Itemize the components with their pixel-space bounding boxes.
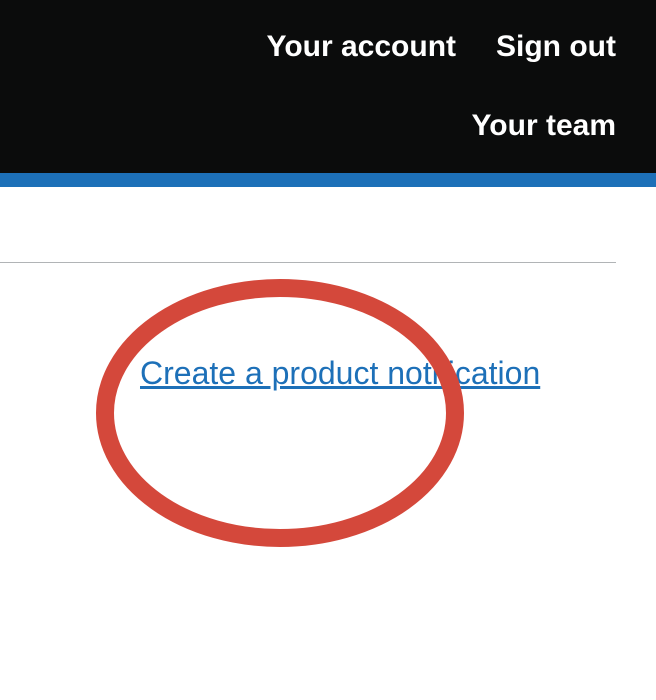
your-account-link[interactable]: Your account (267, 30, 456, 64)
highlight-ellipse-icon (90, 273, 470, 553)
accent-bar (0, 173, 656, 187)
main-content: Create a product notification (0, 262, 656, 393)
create-link-container: Create a product notification (140, 353, 540, 393)
your-team-link[interactable]: Your team (472, 109, 616, 143)
header: Your account Sign out Your team (0, 0, 656, 173)
create-product-notification-link[interactable]: Create a product notification (140, 353, 540, 393)
sign-out-link[interactable]: Sign out (496, 30, 616, 64)
divider (0, 262, 616, 263)
header-nav-row-1: Your account Sign out (267, 30, 616, 64)
header-nav-row-2: Your team (472, 109, 616, 143)
